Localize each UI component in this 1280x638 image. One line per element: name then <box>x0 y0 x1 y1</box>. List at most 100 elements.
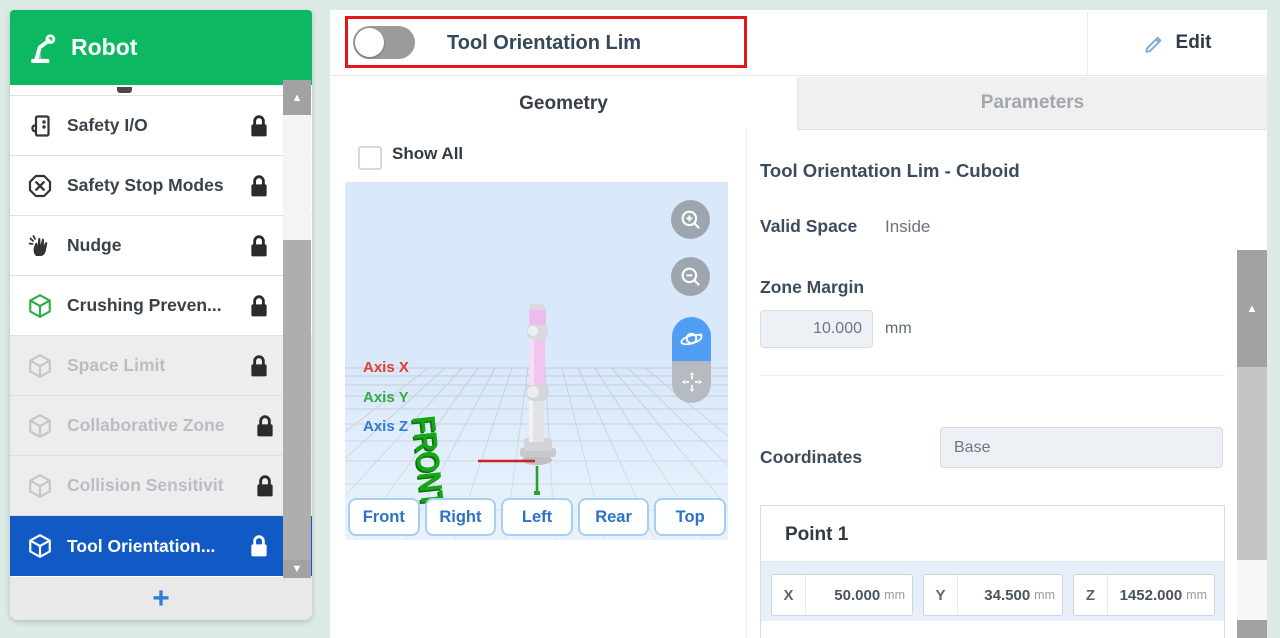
sidebar-item-label: Crushing Preven... <box>67 295 222 316</box>
edit-button-label: Edit <box>1176 32 1212 54</box>
sidebar-item-nudge[interactable]: Nudge <box>10 216 312 276</box>
edit-button[interactable]: Edit <box>1087 10 1267 76</box>
cube-icon <box>27 533 53 559</box>
show-all-label: Show All <box>392 144 463 164</box>
point-title: Point 1 <box>785 524 848 546</box>
axis-unit: mm <box>884 588 912 602</box>
view-front-button[interactable]: Front <box>348 498 420 536</box>
sidebar-item-collision-sensitivity[interactable]: Collision Sensitivit <box>10 456 312 516</box>
lock-icon <box>254 474 276 498</box>
point-z-input[interactable]: Z 1452.000 mm <box>1073 574 1215 616</box>
pencil-icon <box>1143 31 1167 55</box>
zoom-out-button[interactable] <box>671 257 710 296</box>
details-scrollbar[interactable]: ▲ ▼ <box>1237 250 1267 638</box>
lock-icon <box>254 414 276 438</box>
axis-label: X <box>772 575 806 615</box>
tab-bar: Geometry Parameters <box>330 77 1267 130</box>
lock-icon <box>248 534 270 558</box>
cube-icon <box>27 293 53 319</box>
sidebar-item-label: Space Limit <box>67 355 165 376</box>
zone-header-bar: Tool Orientation Lim Edit <box>330 10 1267 76</box>
sidebar-item-label: Nudge <box>67 235 121 256</box>
point-x-input[interactable]: X 50.000 mm <box>771 574 913 616</box>
scrollbar-thumb[interactable] <box>1237 367 1267 560</box>
sidebar-item-label: Tool Orientation... <box>67 536 215 557</box>
sidebar-item-crushing-prevention[interactable]: Crushing Preven... <box>10 276 312 336</box>
zone-margin-unit: mm <box>885 320 912 338</box>
add-safety-zone-button[interactable]: + <box>10 577 312 620</box>
robot-3d-viewport[interactable]: Axis X Axis Y Axis Z FRONT <box>345 182 728 540</box>
axis-z-label: Axis Z <box>363 418 408 435</box>
rotate-view-button[interactable] <box>672 317 711 361</box>
lock-icon <box>248 114 270 138</box>
sidebar-item-space-limit[interactable]: Space Limit <box>10 336 312 396</box>
pan-view-button[interactable] <box>672 361 711 403</box>
sidebar-item-label: Collaborative Zone <box>67 415 225 436</box>
view-right-button[interactable]: Right <box>425 498 497 536</box>
plus-icon: + <box>152 584 170 614</box>
io-icon <box>27 113 53 139</box>
divider <box>760 375 1225 376</box>
scroll-up-button[interactable]: ▲ <box>283 80 311 115</box>
sidebar-header: Robot <box>10 10 312 85</box>
axis-x-label: Axis X <box>363 359 409 376</box>
valid-space-label: Valid Space <box>760 216 857 237</box>
lock-icon <box>248 294 270 318</box>
hand-icon <box>27 233 53 259</box>
sidebar-scrollbar[interactable]: ▲ ▼ <box>283 80 311 578</box>
cube-icon <box>27 473 53 499</box>
orbit-icon <box>678 326 705 353</box>
geometry-content: Show All <box>330 130 1267 638</box>
zoom-in-button[interactable] <box>671 200 710 239</box>
up-arrow-icon: ▲ <box>1247 303 1258 315</box>
view-buttons-row: Front Right Left Rear Top <box>348 498 726 536</box>
cube-icon <box>27 413 53 439</box>
view-left-button[interactable]: Left <box>501 498 573 536</box>
tab-parameters[interactable]: Parameters <box>797 77 1267 130</box>
divider <box>746 130 747 638</box>
point-y-input[interactable]: Y 34.500 mm <box>923 574 1063 616</box>
coordinates-input[interactable]: Base <box>940 427 1223 468</box>
point-1-card: Point 1 X 50.000 mm Y 34.500 mm Z 1452.0… <box>760 505 1225 638</box>
sidebar-title: Robot <box>71 34 137 61</box>
magnifier-minus-icon <box>678 264 704 290</box>
scroll-down-button[interactable]: ▼ <box>283 560 311 578</box>
zone-margin-label: Zone Margin <box>760 277 864 298</box>
zone-toggle-label: Tool Orientation Lim <box>447 10 641 76</box>
scroll-down-button[interactable]: ▼ <box>1237 620 1267 638</box>
robot-sidebar: Robot Safety I/O Safety Stop Modes <box>10 10 312 620</box>
axis-unit: mm <box>1186 588 1214 602</box>
sidebar-item-safety-io[interactable]: Safety I/O <box>10 96 312 156</box>
main-panel: Tool Orientation Lim Edit Geometry Param… <box>330 10 1267 638</box>
zone-detail-title: Tool Orientation Lim - Cuboid <box>760 160 1020 182</box>
lock-icon <box>248 234 270 258</box>
view-top-button[interactable]: Top <box>654 498 726 536</box>
sidebar-item-label: Safety I/O <box>67 115 148 136</box>
axis-y-label: Axis Y <box>363 389 409 406</box>
move-arrows-icon <box>679 369 705 395</box>
view-rear-button[interactable]: Rear <box>578 498 650 536</box>
valid-space-value: Inside <box>885 217 930 237</box>
axis-value: 50.000 <box>806 587 884 604</box>
axis-value: 34.500 <box>958 587 1034 604</box>
tab-geometry[interactable]: Geometry <box>330 77 797 130</box>
down-arrow-icon: ▼ <box>292 563 303 575</box>
zone-margin-input[interactable]: 10.000 <box>760 310 873 348</box>
sidebar-item-label: Collision Sensitivit <box>67 475 224 496</box>
sidebar-item-collaborative-zone[interactable]: Collaborative Zone <box>10 396 312 456</box>
axis-unit: mm <box>1034 588 1062 602</box>
sidebar-item-label: Safety Stop Modes <box>67 175 224 196</box>
axis-label: Z <box>1074 575 1108 615</box>
cube-icon <box>27 353 53 379</box>
scrollbar-thumb[interactable] <box>283 240 311 560</box>
show-all-checkbox[interactable] <box>358 146 382 170</box>
up-arrow-icon: ▲ <box>292 92 303 104</box>
sidebar-item-tool-orientation[interactable]: Tool Orientation... <box>10 516 312 576</box>
scroll-up-button[interactable]: ▲ <box>1237 250 1267 367</box>
zone-enable-toggle[interactable] <box>353 26 415 59</box>
sidebar-item-safety-stop-modes[interactable]: Safety Stop Modes <box>10 156 312 216</box>
point-coordinates-row: X 50.000 mm Y 34.500 mm Z 1452.000 mm <box>761 561 1224 621</box>
toggle-knob <box>355 28 384 57</box>
lock-icon <box>248 174 270 198</box>
lock-icon <box>248 354 270 378</box>
